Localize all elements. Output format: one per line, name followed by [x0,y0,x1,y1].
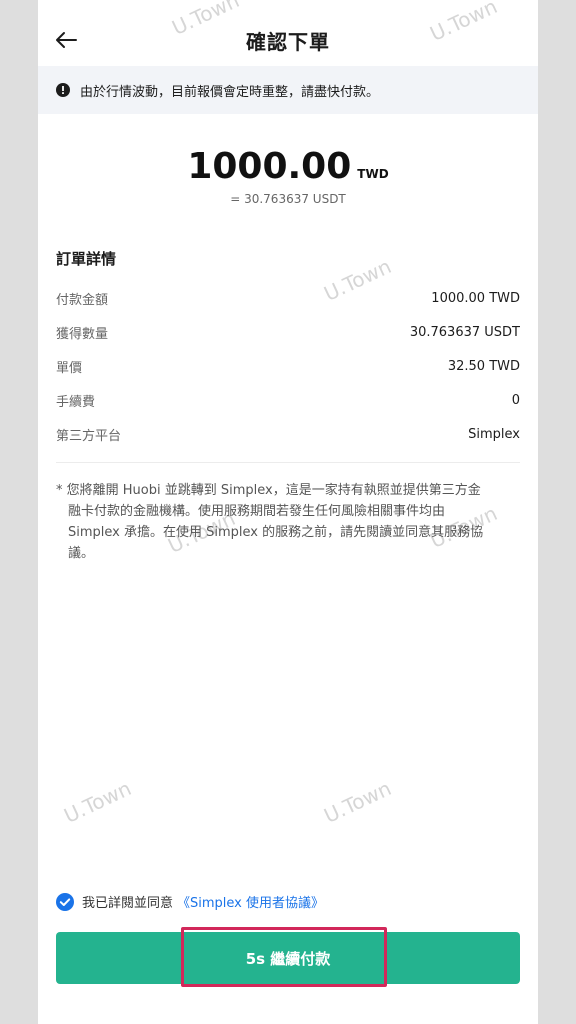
disclaimer-line: 議。 [68,546,95,561]
detail-label: 手續費 [56,394,96,410]
detail-label: 單價 [56,360,83,376]
detail-row-unit-price: 單價 32.50 TWD [56,356,520,376]
amount-summary: 1000.00 TWD [38,146,538,187]
detail-value: Simplex [468,426,520,442]
checkbox-checked-icon[interactable] [56,892,74,911]
agreement-row: 我已詳閱並同意 《Simplex 使用者協議》 [56,892,324,911]
detail-row-third-party: 第三方平台 Simplex [56,424,520,444]
price-notice-banner: 由於行情波動，目前報價會定時重整，請盡快付款。 [38,66,538,114]
disclaimer-line: * 您將離開 Huobi 並跳轉到 Simplex，這是一家持有執照並提供第三方… [56,483,481,498]
watermark: U.Town [320,776,395,828]
detail-value: 0 [511,392,520,408]
watermark: U.Town [60,776,135,828]
detail-value: 1000.00 TWD [431,290,520,306]
detail-value: 30.763637 USDT [409,324,520,340]
usdt-equivalent: = 30.763637 USDT [230,192,346,206]
amount-value: 1000.00 [187,146,352,187]
header: 確認下單 [38,0,538,66]
detail-row-fee: 手續費 0 [56,390,520,410]
detail-label: 獲得數量 [56,326,109,342]
highlight-annotation [181,927,387,987]
disclaimer-line: Simplex 承擔。在使用 Simplex 的服務之前，請先閱讀並同意其服務協 [68,525,484,540]
order-confirm-screen: U.Town U.Town U.Town U.Town U.Town U.Tow… [38,0,538,1024]
order-details-title: 訂單詳情 [56,250,117,268]
notice-text: 由於行情波動，目前報價會定時重整，請盡快付款。 [80,84,380,100]
detail-value: 32.50 TWD [447,358,520,374]
detail-row-received-quantity: 獲得數量 30.763637 USDT [56,322,520,342]
divider [56,462,520,463]
amount-currency: TWD [357,167,389,181]
alert-icon [56,83,70,97]
detail-label: 付款金額 [56,292,109,308]
detail-row-payment-amount: 付款金額 1000.00 TWD [56,288,520,308]
detail-label: 第三方平台 [56,428,122,444]
agreement-text: 我已詳閱並同意 [82,896,174,911]
page-title: 確認下單 [246,30,330,54]
user-agreement-link[interactable]: 《Simplex 使用者協議》 [177,892,324,911]
disclaimer-line: 融卡付款的金融機構。使用服務期間若發生任何風險相關事件均由 [68,504,446,519]
disclaimer-text: * 您將離開 Huobi 並跳轉到 Simplex，這是一家持有執照並提供第三方… [56,480,514,564]
